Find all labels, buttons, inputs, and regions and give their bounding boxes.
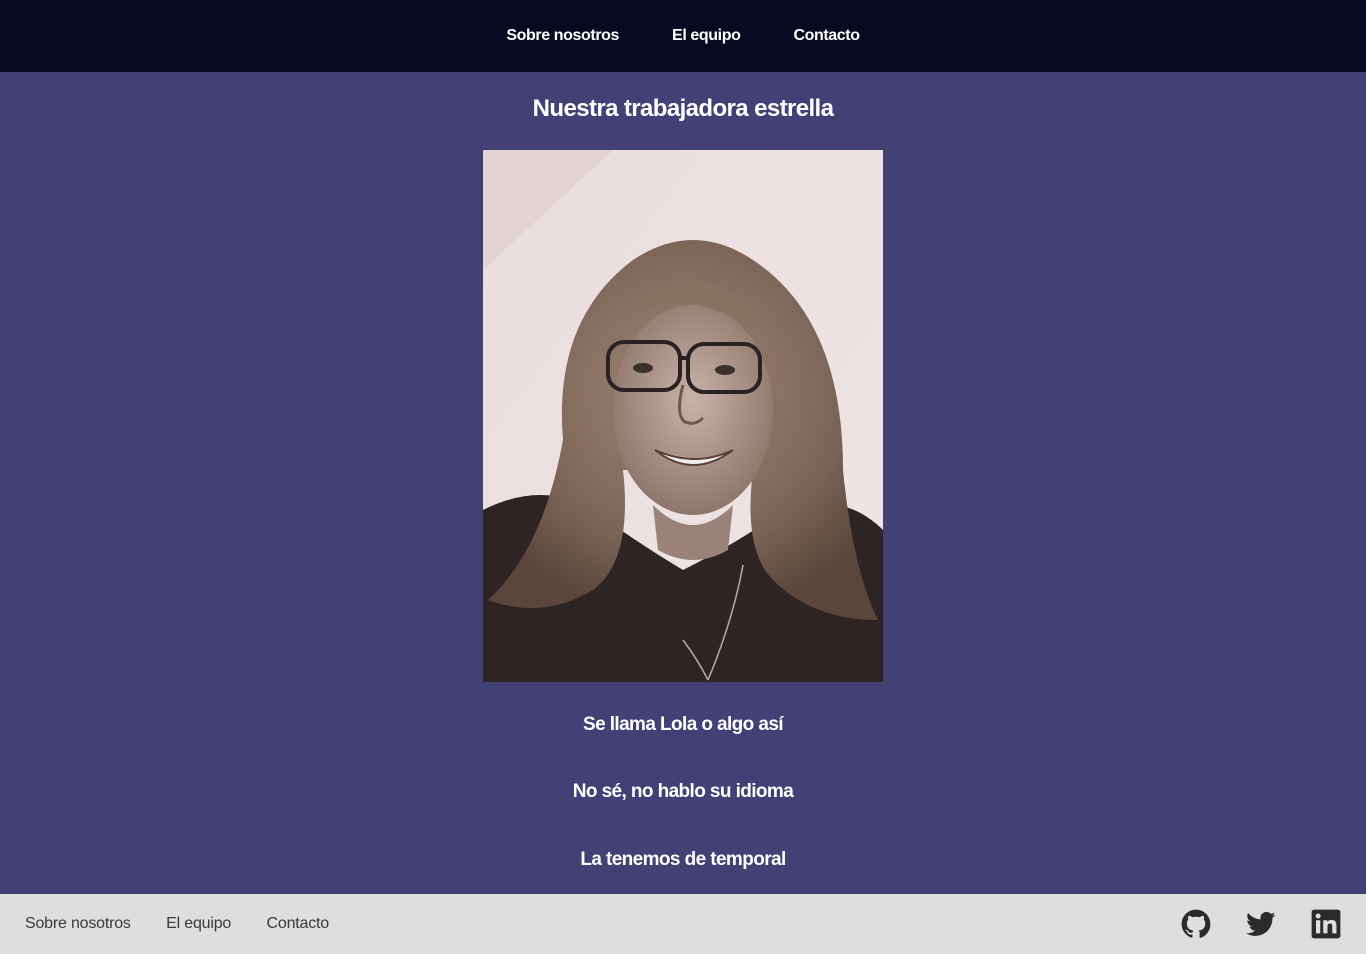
caption-1: Se llama Lola o algo así (583, 714, 784, 735)
caption-3: La tenemos de temporal (580, 849, 786, 870)
employee-photo (483, 150, 883, 682)
nav-link-contacto[interactable]: Contacto (793, 27, 860, 45)
footer-link-sobre-nosotros[interactable]: Sobre nosotros (25, 915, 131, 932)
footer-link-contacto[interactable]: Contacto (267, 915, 330, 932)
github-icon[interactable] (1180, 908, 1212, 940)
footer: Sobre nosotros El equipo Contacto (0, 894, 1366, 954)
social-links (1180, 908, 1342, 940)
page-title: Nuestra trabajadora estrella (532, 95, 834, 122)
footer-link-el-equipo[interactable]: El equipo (166, 915, 231, 932)
top-navigation: Sobre nosotros El equipo Contacto (0, 0, 1366, 72)
nav-link-sobre-nosotros[interactable]: Sobre nosotros (506, 27, 619, 45)
twitter-icon[interactable] (1245, 908, 1277, 940)
nav-link-el-equipo[interactable]: El equipo (672, 27, 741, 45)
footer-navigation: Sobre nosotros El equipo Contacto (25, 915, 329, 933)
caption-2: No sé, no hablo su idioma (572, 781, 794, 802)
linkedin-icon[interactable] (1310, 908, 1342, 940)
